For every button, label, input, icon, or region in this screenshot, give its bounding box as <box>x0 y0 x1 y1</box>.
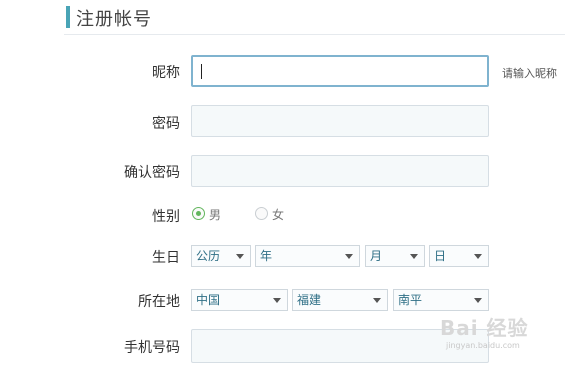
province-value: 福建 <box>297 293 322 307</box>
chevron-down-icon <box>373 298 381 303</box>
password-input[interactable] <box>191 105 489 137</box>
gender-male-label: 男 <box>209 208 222 222</box>
city-value: 南平 <box>398 293 423 307</box>
chevron-down-icon <box>273 298 281 303</box>
watermark-url: jingyan.baidu.com <box>446 341 520 350</box>
gender-female-radio[interactable] <box>255 207 268 220</box>
header-accent-bar <box>66 6 70 28</box>
page-title: 注册帐号 <box>76 9 152 30</box>
birth-year-select[interactable]: 年 <box>255 245 360 267</box>
calendar-type-value: 公历 <box>196 249 221 263</box>
calendar-type-select[interactable]: 公历 <box>191 245 251 267</box>
birth-day-value: 日 <box>434 249 447 263</box>
baidu-jingyan-watermark: Bai 经验 jingyan.baidu.com <box>440 312 529 350</box>
birth-day-select[interactable]: 日 <box>429 245 489 267</box>
country-select[interactable]: 中国 <box>191 289 288 311</box>
gender-male-radio[interactable] <box>192 207 205 220</box>
nickname-label: 昵称 <box>152 65 180 81</box>
chevron-down-icon <box>345 254 353 259</box>
birth-year-value: 年 <box>260 249 273 263</box>
confirm-password-input[interactable] <box>191 155 489 187</box>
birth-month-select[interactable]: 月 <box>365 245 425 267</box>
nickname-hint: 请输入昵称 <box>502 67 557 80</box>
city-select[interactable]: 南平 <box>393 289 489 311</box>
location-label: 所在地 <box>138 294 180 310</box>
province-select[interactable]: 福建 <box>292 289 388 311</box>
confirm-password-label: 确认密码 <box>124 165 180 181</box>
gender-female-label: 女 <box>272 208 285 222</box>
chevron-down-icon <box>236 254 244 259</box>
chevron-down-icon <box>474 254 482 259</box>
country-value: 中国 <box>196 293 221 307</box>
watermark-logo-text: Bai 经验 <box>440 316 529 340</box>
nickname-input[interactable] <box>191 55 489 87</box>
text-caret <box>201 64 202 79</box>
chevron-down-icon <box>410 254 418 259</box>
phone-label: 手机号码 <box>124 340 180 356</box>
chevron-down-icon <box>474 298 482 303</box>
header-divider <box>64 34 565 35</box>
birthday-label: 生日 <box>152 250 180 266</box>
gender-label: 性别 <box>152 209 180 225</box>
password-label: 密码 <box>152 116 180 132</box>
birth-month-value: 月 <box>370 249 383 263</box>
